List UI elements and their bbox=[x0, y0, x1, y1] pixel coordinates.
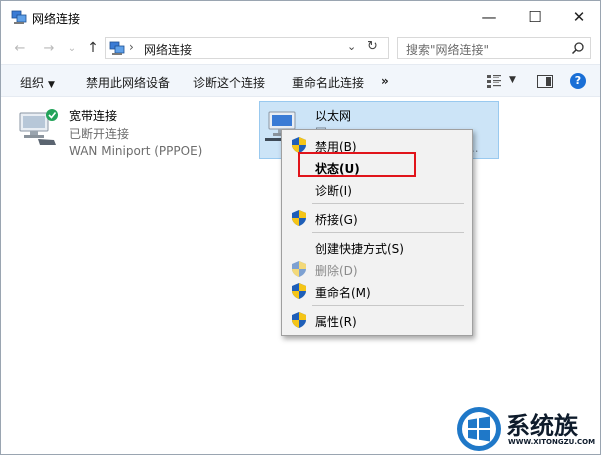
breadcrumb-separator-icon[interactable]: › bbox=[129, 40, 134, 54]
menu-item-properties[interactable]: 属性(R) bbox=[282, 309, 472, 331]
menu-separator bbox=[312, 305, 464, 306]
uac-shield-icon bbox=[292, 210, 306, 226]
menu-item-diagnose[interactable]: 诊断(I) bbox=[282, 178, 472, 200]
window-title: 网络连接 bbox=[32, 12, 81, 26]
title-bar: 网络连接 — ☐ ✕ bbox=[1, 1, 600, 33]
help-icon[interactable]: ? bbox=[570, 73, 586, 89]
search-input[interactable]: 搜索"网络连接" bbox=[397, 37, 591, 59]
breadcrumb-location[interactable]: 网络连接 bbox=[144, 41, 192, 58]
connection-item-broadband[interactable]: 宽带连接 已断开连接 WAN Miniport (PPPOE) bbox=[16, 105, 246, 158]
organize-button[interactable]: 组织 ▼ bbox=[20, 74, 55, 91]
search-placeholder: 搜索"网络连接" bbox=[406, 43, 490, 57]
up-arrow-icon[interactable]: ↑ bbox=[84, 38, 102, 58]
watermark-logo: 系统族 WWW.XITONGZU.COM bbox=[456, 404, 601, 455]
watermark-name: 系统族 bbox=[506, 412, 578, 440]
close-button[interactable]: ✕ bbox=[557, 1, 601, 33]
menu-item-label: 属性(R) bbox=[315, 315, 357, 329]
network-folder-icon bbox=[109, 41, 125, 55]
uac-shield-icon bbox=[292, 312, 306, 328]
forward-arrow-icon[interactable]: → bbox=[40, 38, 58, 58]
connection-status: 已断开连接 bbox=[69, 127, 130, 141]
diagnose-connection-button[interactable]: 诊断这个连接 bbox=[193, 74, 265, 91]
connection-device: WAN Miniport (PPPOE) bbox=[69, 144, 203, 158]
menu-item-rename[interactable]: 重命名(M) bbox=[282, 280, 472, 302]
view-options-dropdown-icon[interactable]: ▼ bbox=[509, 75, 516, 85]
maximize-button[interactable]: ☐ bbox=[513, 1, 557, 33]
menu-separator bbox=[312, 232, 464, 233]
refresh-icon[interactable]: ↻ bbox=[367, 39, 378, 54]
address-row: ← → ⌄ ↑ › 网络连接 ⌄ ↻ 搜索"网络连接" bbox=[1, 34, 600, 62]
preview-pane-icon[interactable] bbox=[537, 75, 553, 88]
menu-item-label: 桥接(G) bbox=[315, 213, 358, 227]
caret-down-icon: ▼ bbox=[48, 80, 55, 90]
windows-logo-icon bbox=[457, 407, 501, 451]
address-bar[interactable]: › 网络连接 ⌄ ↻ bbox=[105, 37, 389, 59]
uac-shield-icon bbox=[292, 137, 306, 153]
address-dropdown-icon[interactable]: ⌄ bbox=[347, 40, 356, 53]
menu-item-label: 删除(D) bbox=[315, 264, 358, 278]
menu-item-create-shortcut[interactable]: 创建快捷方式(S) bbox=[282, 236, 472, 258]
disable-device-button[interactable]: 禁用此网络设备 bbox=[86, 74, 170, 91]
back-arrow-icon[interactable]: ← bbox=[11, 38, 29, 58]
menu-separator bbox=[312, 203, 464, 204]
command-bar: 组织 ▼ 禁用此网络设备 诊断这个连接 重命名此连接 » ▼ ? bbox=[1, 64, 600, 97]
uac-shield-icon bbox=[292, 261, 306, 277]
dialup-connection-icon bbox=[19, 109, 58, 145]
menu-item-label: 诊断(I) bbox=[315, 184, 352, 198]
uac-shield-icon bbox=[292, 283, 306, 299]
recent-locations-icon[interactable]: ⌄ bbox=[63, 38, 81, 58]
connection-name: 以太网 bbox=[315, 109, 352, 123]
organize-label: 组织 bbox=[20, 76, 45, 90]
network-folder-icon bbox=[11, 10, 27, 24]
menu-item-delete[interactable]: 删除(D) bbox=[282, 258, 472, 280]
menu-item-label: 创建快捷方式(S) bbox=[315, 242, 404, 256]
menu-item-bridge[interactable]: 桥接(G) bbox=[282, 207, 472, 229]
search-icon[interactable] bbox=[571, 41, 585, 55]
menu-item-label: 重命名(M) bbox=[315, 286, 371, 300]
highlight-annotation-box bbox=[298, 152, 416, 177]
minimize-button[interactable]: — bbox=[467, 1, 511, 33]
rename-connection-button[interactable]: 重命名此连接 bbox=[292, 74, 364, 91]
change-view-icon[interactable] bbox=[487, 74, 501, 88]
watermark-url: WWW.XITONGZU.COM bbox=[508, 438, 596, 446]
network-connections-window: 网络连接 — ☐ ✕ ← → ⌄ ↑ › 网络连接 ⌄ ↻ 搜索"网络连接" 组… bbox=[0, 0, 601, 455]
connection-name: 宽带连接 bbox=[69, 109, 118, 123]
more-commands-button[interactable]: » bbox=[381, 74, 389, 88]
